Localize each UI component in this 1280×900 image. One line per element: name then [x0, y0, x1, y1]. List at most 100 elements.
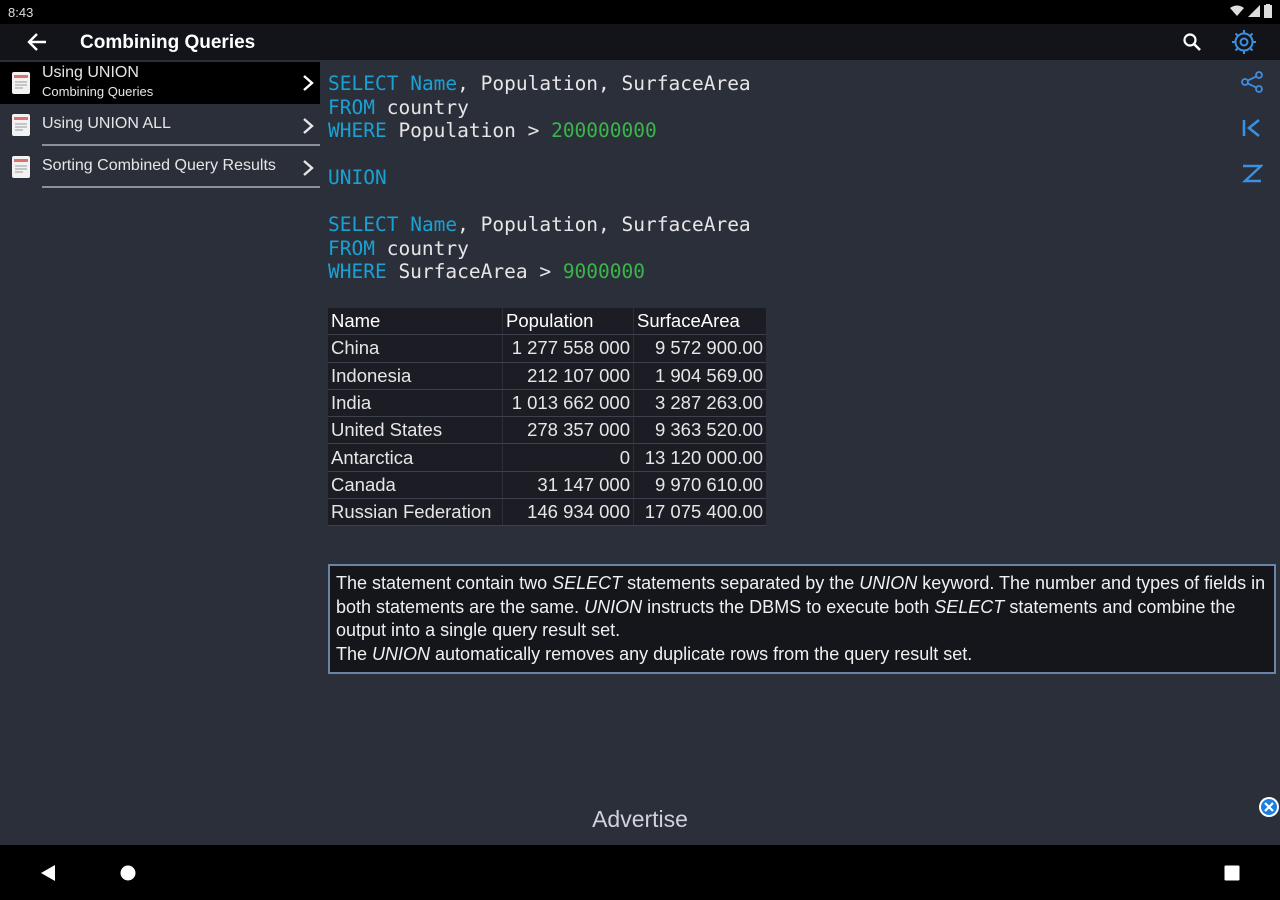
chevron-right-icon	[303, 75, 314, 91]
table-cell: 3 287 263.00	[633, 389, 766, 418]
collapse-icon	[1241, 164, 1263, 183]
table-cell: 13 120 000.00	[633, 443, 766, 472]
sql-keyword: WHERE	[328, 119, 387, 142]
sidebar-divider	[42, 186, 320, 188]
skip-first-icon	[1242, 118, 1260, 138]
table-cell: 146 934 000	[502, 498, 634, 527]
app-bar: Combining Queries	[0, 24, 1280, 60]
table-cell: 9 970 610.00	[633, 471, 766, 500]
table-header-row: Name Population SurfaceArea	[328, 308, 766, 336]
table-row: China 1 277 558 000 9 572 900.00	[328, 334, 766, 363]
sidebar-item-label: Sorting Combined Query Results	[42, 157, 276, 174]
sql-keyword: WHERE	[328, 260, 387, 283]
close-icon	[1259, 797, 1279, 817]
column-header: Name	[328, 308, 503, 336]
table-cell: India	[328, 389, 503, 418]
table-row: Canada 31 147 000 9 970 610.00	[328, 471, 766, 500]
table-cell: 278 357 000	[502, 416, 634, 445]
sidebar-item-using-union-all[interactable]: Using UNION ALL	[0, 106, 320, 146]
sql-column: Name	[410, 72, 458, 95]
sql-condition: SurfaceArea >	[386, 260, 563, 283]
sidebar-item-label: Using UNION ALL	[42, 115, 171, 132]
document-icon	[12, 114, 30, 136]
table-row: Antarctica 0 13 120 000.00	[328, 443, 766, 472]
close-ad-button[interactable]	[1258, 796, 1280, 818]
sidebar-item-sublabel: Combining Queries	[42, 84, 154, 99]
description-text: statements separated by the	[622, 573, 860, 593]
battery-icon	[1264, 4, 1272, 18]
sql-keyword: UNION	[328, 166, 387, 189]
table-cell: 9 363 520.00	[633, 416, 766, 445]
nav-back-button[interactable]	[34, 859, 62, 887]
table-cell: 17 075 400.00	[633, 498, 766, 527]
sidebar-item-sorting-combined[interactable]: Sorting Combined Query Results	[0, 148, 320, 188]
sql-columns: , Population, SurfaceArea	[457, 213, 751, 236]
chevron-right-icon	[303, 160, 314, 176]
sql-condition: Population >	[386, 119, 552, 142]
sql-column: Name	[410, 213, 458, 236]
description-text: The	[336, 643, 373, 664]
description-keyword: UNION	[372, 643, 431, 664]
chevron-right-icon	[303, 118, 314, 134]
column-header: Population	[502, 308, 634, 336]
signal-icon	[1248, 5, 1260, 17]
status-bar: 8:43	[0, 0, 1280, 24]
first-page-button[interactable]	[1234, 112, 1270, 144]
table-cell: 1 277 558 000	[502, 334, 634, 363]
table-row: Russian Federation 146 934 000 17 075 40…	[328, 498, 766, 527]
sidebar: Using UNION Combining Queries Using UNIO…	[0, 60, 320, 845]
settings-button[interactable]	[1228, 27, 1260, 57]
advertise-banner[interactable]: Advertise	[0, 806, 1280, 833]
navigation-bar	[0, 845, 1280, 900]
triangle-back-icon	[41, 865, 55, 881]
nav-recents-button[interactable]	[1218, 859, 1246, 887]
table-cell: Russian Federation	[328, 498, 503, 527]
table-cell: 0	[502, 443, 634, 472]
nav-home-button[interactable]	[114, 859, 142, 887]
table-cell: 1 904 569.00	[633, 362, 766, 390]
sql-code-block: SELECT Name, Population, SurfaceArea FRO…	[328, 72, 751, 284]
sort-button[interactable]	[1234, 158, 1270, 190]
table-row: India 1 013 662 000 3 287 263.00	[328, 389, 766, 418]
sql-number: 9000000	[562, 260, 645, 283]
circle-home-icon	[120, 865, 136, 881]
sidebar-divider	[42, 144, 320, 146]
table-row: United States 278 357 000 9 363 520.00	[328, 416, 766, 445]
document-icon	[12, 156, 30, 178]
sql-table: country	[374, 95, 469, 119]
description-box: The statement contain two SELECT stateme…	[328, 564, 1276, 674]
table-row: Indonesia 212 107 000 1 904 569.00	[328, 362, 766, 390]
gear-icon	[1232, 30, 1256, 54]
status-time: 8:43	[8, 5, 34, 20]
table-cell: Antarctica	[328, 443, 503, 472]
description-text: instructs the DBMS to execute both	[642, 596, 935, 617]
description-keyword: UNION	[859, 573, 918, 593]
search-icon	[1183, 33, 1201, 51]
document-icon	[12, 72, 30, 94]
table-cell: 212 107 000	[502, 362, 634, 390]
wifi-icon	[1230, 5, 1244, 16]
description-text: The statement contain two	[336, 573, 553, 593]
description-keyword: UNION	[584, 596, 643, 617]
sql-keyword: SELECT	[328, 72, 399, 95]
arrow-left-icon	[27, 33, 46, 51]
sidebar-item-using-union[interactable]: Using UNION Combining Queries	[0, 62, 320, 104]
sql-keyword: FROM	[328, 236, 375, 260]
result-table: Name Population SurfaceArea China 1 277 …	[328, 308, 766, 527]
square-recents-icon	[1224, 865, 1240, 881]
sql-keyword: FROM	[328, 95, 375, 119]
share-icon	[1241, 71, 1263, 93]
page-title: Combining Queries	[80, 32, 256, 53]
table-cell: 1 013 662 000	[502, 389, 634, 418]
description-text: automatically removes any duplicate rows…	[430, 643, 973, 664]
column-header: SurfaceArea	[633, 308, 766, 336]
table-cell: 9 572 900.00	[633, 334, 766, 363]
back-button[interactable]	[22, 28, 52, 56]
table-cell: China	[328, 334, 503, 363]
share-button[interactable]	[1234, 66, 1270, 98]
sql-columns: , Population, SurfaceArea	[457, 72, 751, 95]
sql-number: 200000000	[551, 119, 657, 142]
description-keyword: SELECT	[934, 596, 1005, 617]
search-button[interactable]	[1178, 29, 1206, 55]
sql-table: country	[374, 236, 469, 260]
